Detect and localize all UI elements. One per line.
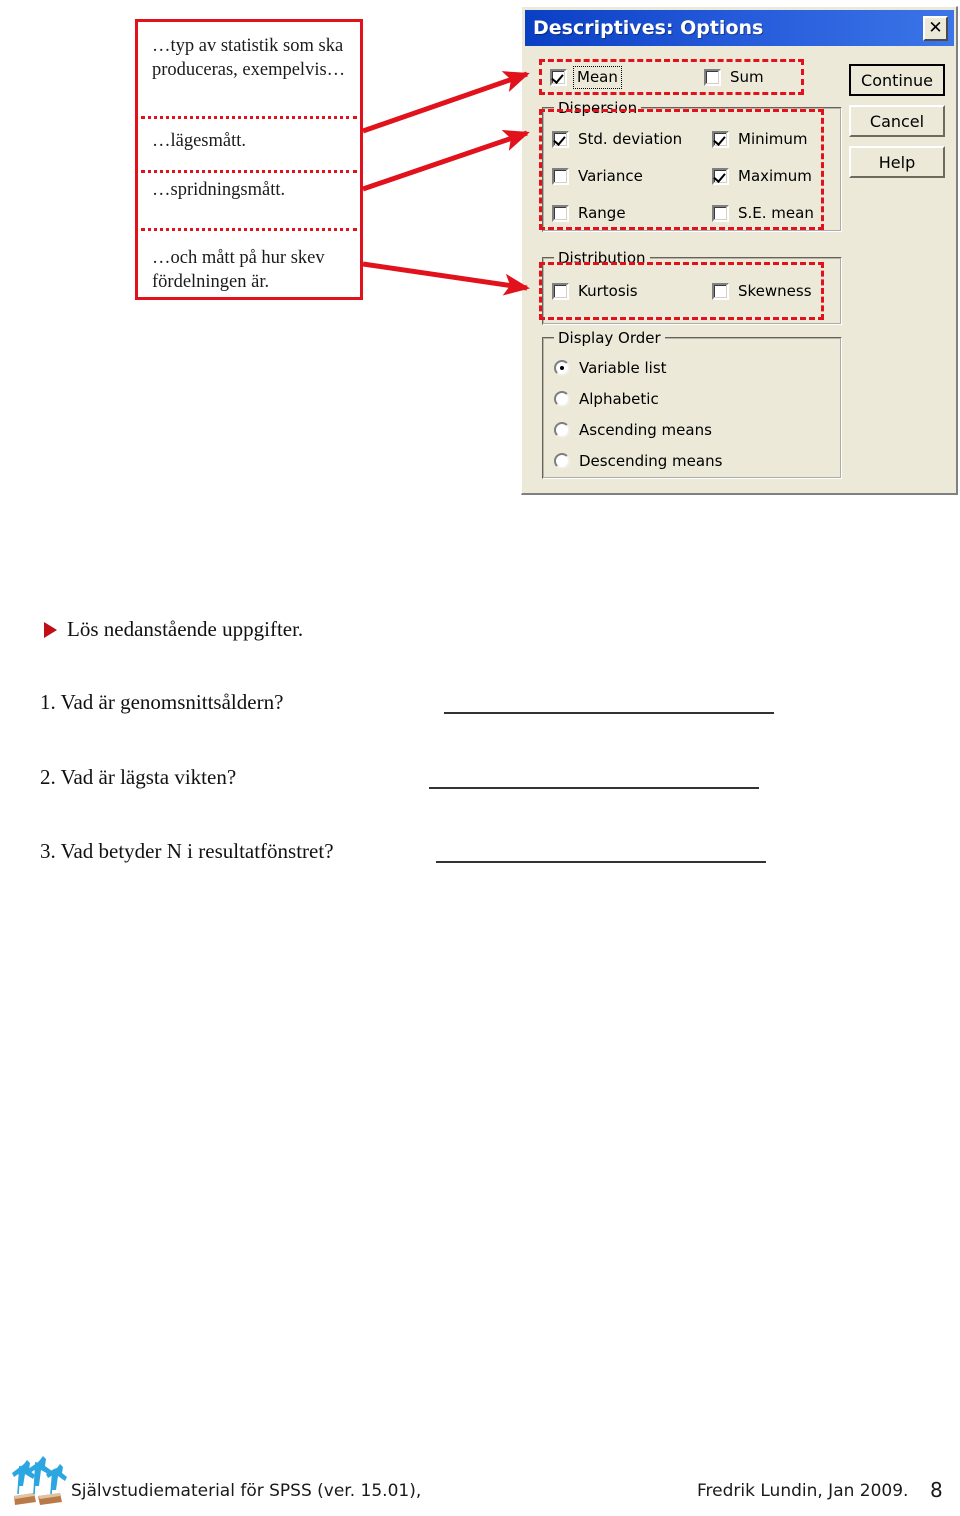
radio-descending-means-button[interactable]	[554, 453, 570, 469]
checkbox-variance[interactable]: Variance	[552, 168, 643, 185]
checkbox-minimum-box[interactable]	[712, 131, 729, 148]
checkbox-se-mean-box[interactable]	[712, 205, 729, 222]
checkbox-minimum-label: Minimum	[738, 130, 808, 148]
answer-line-3[interactable]	[436, 861, 766, 863]
checkbox-se-mean-label: S.E. mean	[738, 204, 814, 222]
arrow-to-mean	[362, 71, 530, 134]
answer-line-1[interactable]	[444, 712, 774, 714]
checkbox-std-deviation-label: Std. deviation	[578, 130, 683, 148]
descriptives-options-dialog: Descriptives: Options ✕ Mean Sum Dispers…	[521, 6, 958, 495]
radio-variable-list-label: Variable list	[579, 358, 667, 377]
radio-ascending-means[interactable]: Ascending means	[554, 422, 712, 438]
arrow-to-distribution	[362, 261, 530, 296]
checkbox-maximum-label: Maximum	[738, 167, 812, 185]
checkbox-kurtosis-label: Kurtosis	[578, 282, 638, 300]
checkbox-kurtosis[interactable]: Kurtosis	[552, 283, 638, 300]
checkbox-mean-label: Mean	[573, 66, 622, 89]
checkbox-mean[interactable]: Mean	[550, 66, 622, 89]
help-button[interactable]: Help	[849, 146, 945, 178]
cancel-button[interactable]: Cancel	[849, 105, 945, 137]
radio-ascending-means-label: Ascending means	[579, 420, 712, 439]
checkbox-kurtosis-box[interactable]	[552, 283, 569, 300]
checkbox-variance-label: Variance	[578, 167, 643, 185]
checkbox-variance-box[interactable]	[552, 168, 569, 185]
question-1-text: 1. Vad är genomsnittsåldern?	[40, 690, 284, 714]
dispersion-groupbox-title: Dispersion	[554, 99, 642, 117]
checkbox-sum[interactable]: Sum	[704, 69, 764, 86]
continue-button[interactable]: Continue	[849, 64, 945, 96]
callout-divider-3	[141, 228, 357, 231]
checkbox-maximum[interactable]: Maximum	[712, 168, 812, 185]
checkbox-range-box[interactable]	[552, 205, 569, 222]
footer-right-text: Fredrik Lundin, Jan 2009.	[697, 1481, 909, 1501]
radio-descending-means-label: Descending means	[579, 451, 723, 470]
radio-alphabetic[interactable]: Alphabetic	[554, 391, 659, 407]
checkbox-sum-label: Sum	[730, 68, 764, 86]
checkbox-skewness-box[interactable]	[712, 283, 729, 300]
radio-variable-list[interactable]: Variable list	[554, 360, 667, 376]
close-icon[interactable]: ✕	[923, 15, 948, 41]
checkbox-minimum[interactable]: Minimum	[712, 131, 808, 148]
dialog-title: Descriptives: Options	[533, 17, 764, 39]
footer-left-text: Självstudiematerial för SPSS (ver. 15.01…	[71, 1481, 422, 1501]
exercise-heading: Lös nedanstående uppgifter.	[44, 617, 303, 642]
callout-divider-2	[141, 170, 357, 173]
checkbox-range-label: Range	[578, 204, 626, 222]
checkbox-maximum-box[interactable]	[712, 168, 729, 185]
checkbox-skewness[interactable]: Skewness	[712, 283, 812, 300]
callout-segment-lagesmatt: …lägesmått.	[152, 131, 247, 151]
spss-course-logo-icon	[12, 1456, 67, 1505]
callout-segment-spridningsmatt: …spridningsmått.	[152, 180, 286, 200]
answer-line-2[interactable]	[429, 787, 759, 789]
question-2-text: 2. Vad är lägsta vikten?	[40, 765, 237, 789]
exercise-heading-text: Lös nedanstående uppgifter.	[67, 617, 304, 641]
checkbox-std-deviation[interactable]: Std. deviation	[552, 131, 682, 148]
annotation-callout-box: …typ av statistik som ska produceras, ex…	[135, 19, 363, 300]
callout-segment-statistics-type: …typ av statistik som ska produceras, ex…	[152, 36, 346, 80]
checkbox-range[interactable]: Range	[552, 205, 626, 222]
checkbox-sum-box[interactable]	[704, 69, 721, 86]
display-order-groupbox-title: Display Order	[554, 329, 665, 347]
triangle-bullet-icon	[44, 621, 57, 638]
question-3-text: 3. Vad betyder N i resultatfönstret?	[40, 839, 334, 863]
footer-page-number: 8	[930, 1478, 943, 1502]
checkbox-mean-box[interactable]	[550, 69, 567, 86]
dialog-titlebar: Descriptives: Options ✕	[525, 10, 954, 46]
callout-divider-1	[141, 116, 357, 119]
radio-variable-list-button[interactable]	[554, 360, 570, 376]
radio-alphabetic-label: Alphabetic	[579, 389, 659, 408]
distribution-groupbox-title: Distribution	[554, 249, 650, 267]
radio-descending-means[interactable]: Descending means	[554, 453, 722, 469]
callout-segment-skevhet: …och mått på hur skev fördelningen är.	[152, 248, 325, 292]
radio-ascending-means-button[interactable]	[554, 422, 570, 438]
arrow-to-dispersion	[362, 130, 530, 192]
checkbox-std-deviation-box[interactable]	[552, 131, 569, 148]
checkbox-skewness-label: Skewness	[738, 282, 812, 300]
checkbox-se-mean[interactable]: S.E. mean	[712, 205, 814, 222]
radio-alphabetic-button[interactable]	[554, 391, 570, 407]
